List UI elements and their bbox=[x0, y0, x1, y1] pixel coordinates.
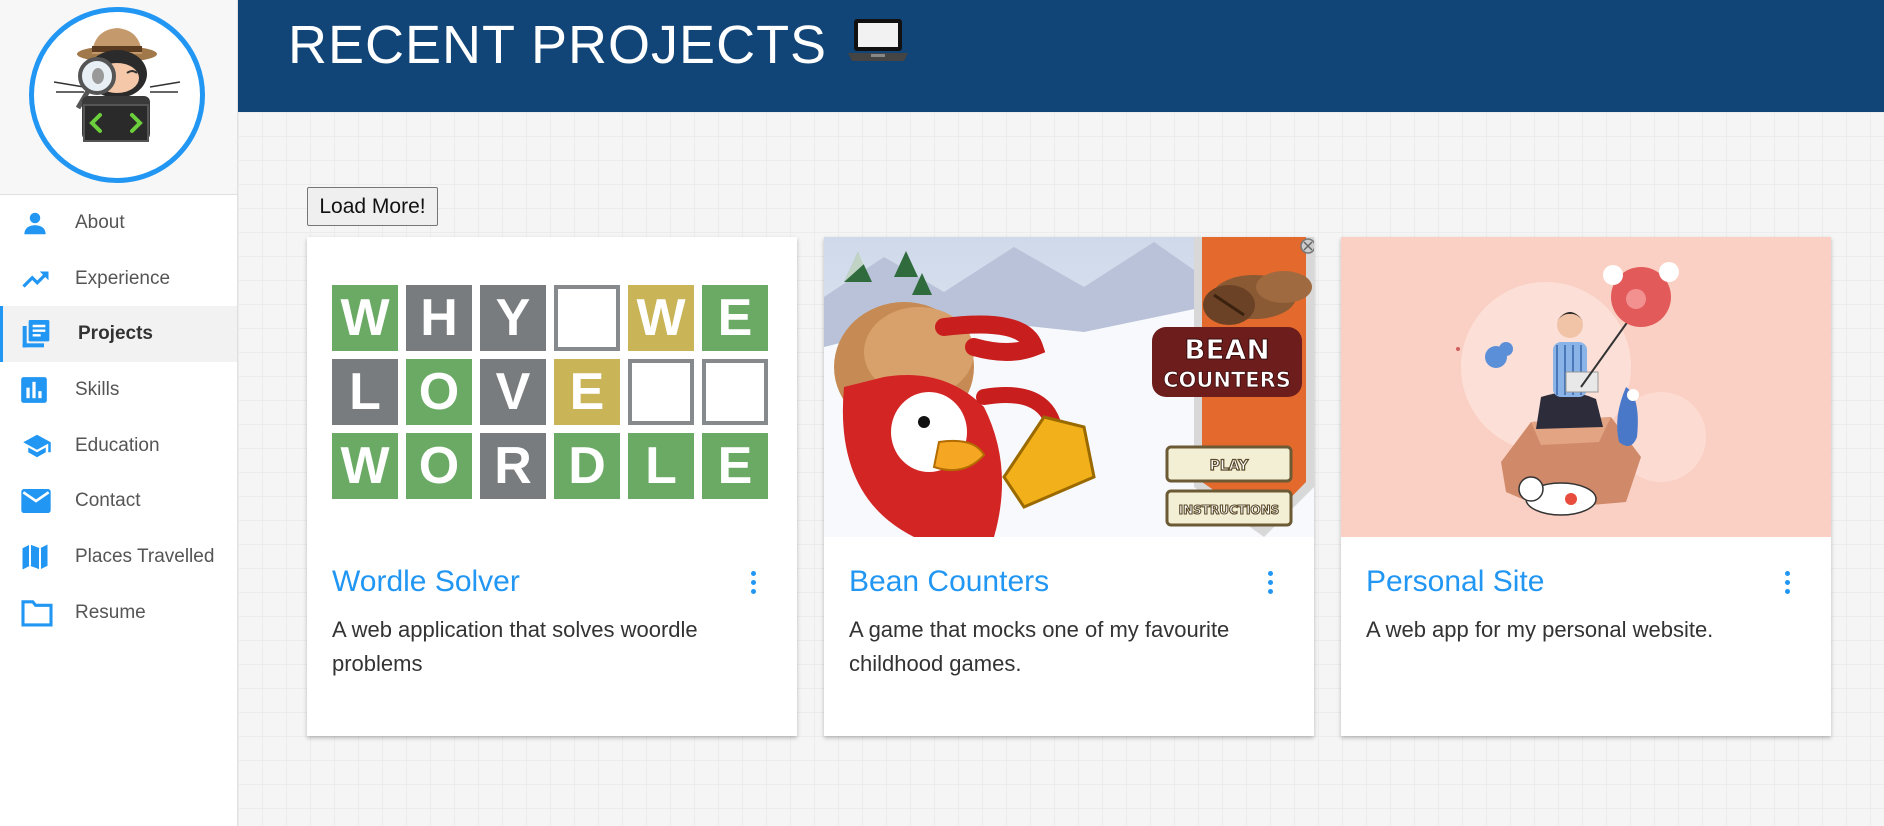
wordle-tile: O bbox=[406, 359, 472, 425]
sidebar-item-education[interactable]: Education bbox=[0, 418, 237, 474]
card-title[interactable]: Wordle Solver bbox=[332, 565, 520, 599]
wordle-tile: D bbox=[554, 433, 620, 499]
card-description: A game that mocks one of my favourite ch… bbox=[849, 617, 1230, 676]
play-game-label: PLAY bbox=[1210, 458, 1250, 474]
sidebar-item-label: Skills bbox=[75, 378, 120, 400]
instructions-game-label: INSTRUCTIONS bbox=[1179, 503, 1280, 517]
sidebar-item-resume[interactable]: Resume bbox=[0, 585, 237, 641]
more-vert-icon[interactable] bbox=[747, 567, 759, 597]
wordle-tile: Y bbox=[480, 285, 546, 351]
personal-site-illustration bbox=[1341, 237, 1831, 537]
project-card-personal-site[interactable]: Personal Site A web app for my personal … bbox=[1341, 237, 1831, 736]
project-card-bean-counters[interactable]: BEAN COUNTERS PLAY INSTRUCTIONS Bean Cou… bbox=[824, 237, 1314, 736]
wordle-tile bbox=[554, 285, 620, 351]
wordle-grid: WHYWELOVEWORDLE bbox=[332, 285, 768, 499]
card-title[interactable]: Bean Counters bbox=[849, 565, 1049, 599]
trending-up-icon bbox=[20, 263, 56, 295]
card-description: A web app for my personal website. bbox=[1366, 617, 1714, 642]
bean-counters-logo-line2: COUNTERS bbox=[1163, 368, 1291, 392]
laptop-icon bbox=[847, 14, 909, 76]
map-icon bbox=[20, 541, 56, 573]
person-icon bbox=[20, 207, 56, 239]
project-card-wordle-solver[interactable]: WHYWELOVEWORDLE Wordle Solver A web appl… bbox=[307, 237, 797, 736]
sidebar-item-label: Education bbox=[75, 434, 160, 456]
card-description: A web application that solves woordle pr… bbox=[332, 617, 698, 676]
sidebar-item-label: About bbox=[75, 211, 125, 233]
card-title[interactable]: Personal Site bbox=[1366, 565, 1544, 599]
wordle-tile: E bbox=[702, 433, 768, 499]
folder-icon bbox=[20, 597, 56, 629]
school-icon bbox=[20, 430, 56, 462]
wordle-tile bbox=[702, 359, 768, 425]
wordle-tile: W bbox=[628, 285, 694, 351]
wordle-tile: L bbox=[332, 359, 398, 425]
sidebar-item-about[interactable]: About bbox=[0, 195, 237, 251]
projects-icon bbox=[20, 318, 56, 350]
bar-chart-icon bbox=[20, 374, 56, 406]
avatar-section bbox=[0, 0, 237, 195]
sidebar-item-skills[interactable]: Skills bbox=[0, 362, 237, 418]
wordle-tile bbox=[628, 359, 694, 425]
more-vert-icon[interactable] bbox=[1781, 567, 1793, 597]
wordle-tile: E bbox=[702, 285, 768, 351]
page-title: RECENT PROJECTS bbox=[288, 14, 909, 76]
sidebar-item-label: Places Travelled bbox=[75, 545, 215, 567]
wordle-tile: O bbox=[406, 433, 472, 499]
sidebar-item-label: Projects bbox=[78, 323, 153, 345]
wordle-tile: W bbox=[332, 433, 398, 499]
sidebar-item-experience[interactable]: Experience bbox=[0, 251, 237, 307]
sidebar-nav: About Experience Projects Skills Educati… bbox=[0, 195, 237, 641]
detective-octocat-logo bbox=[47, 28, 187, 175]
page-header: RECENT PROJECTS bbox=[238, 0, 1884, 112]
avatar bbox=[29, 7, 205, 183]
sidebar-item-label: Resume bbox=[75, 601, 146, 623]
mail-icon bbox=[20, 485, 56, 517]
bean-counters-illustration: BEAN COUNTERS PLAY INSTRUCTIONS bbox=[824, 237, 1314, 537]
wordle-tile: W bbox=[332, 285, 398, 351]
sidebar-item-label: Contact bbox=[75, 490, 141, 512]
personal-site-image bbox=[1341, 237, 1831, 537]
sidebar: About Experience Projects Skills Educati… bbox=[0, 0, 238, 826]
wordle-image: WHYWELOVEWORDLE bbox=[307, 237, 797, 537]
wordle-tile: H bbox=[406, 285, 472, 351]
sidebar-item-contact[interactable]: Contact bbox=[0, 473, 237, 529]
sidebar-item-projects[interactable]: Projects bbox=[0, 306, 237, 363]
bean-counters-image: BEAN COUNTERS PLAY INSTRUCTIONS bbox=[824, 237, 1314, 537]
wordle-tile: E bbox=[554, 359, 620, 425]
wordle-tile: V bbox=[480, 359, 546, 425]
wordle-tile: R bbox=[480, 433, 546, 499]
load-more-button[interactable]: Load More! bbox=[307, 187, 438, 226]
bean-counters-logo-line1: BEAN bbox=[1184, 333, 1270, 366]
more-vert-icon[interactable] bbox=[1264, 567, 1276, 597]
wordle-tile: L bbox=[628, 433, 694, 499]
projects-section: Load More! WHYWELOVEWORDLE Wordle Solver… bbox=[238, 112, 1884, 826]
sidebar-item-places-travelled[interactable]: Places Travelled bbox=[0, 529, 237, 585]
page-title-text: RECENT PROJECTS bbox=[288, 15, 828, 75]
sidebar-item-label: Experience bbox=[75, 267, 171, 289]
